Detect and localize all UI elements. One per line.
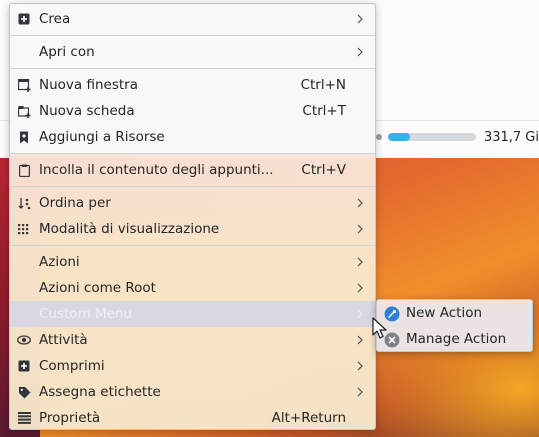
menu-item-assegna-etichette[interactable]: Assegna etichette — [10, 379, 375, 405]
menu-item-crea[interactable]: Crea — [10, 6, 375, 32]
menu-item-label: Proprietà — [39, 410, 101, 426]
properties-icon — [17, 411, 31, 425]
submenu-item-manage-action[interactable]: Manage Action — [377, 327, 532, 353]
chevron-right-icon — [357, 198, 363, 208]
bookmark-icon — [17, 130, 31, 144]
free-space-bar — [387, 133, 476, 141]
menu-item-label: Azioni — [39, 254, 80, 270]
submenu-item-label: New Action — [406, 305, 483, 321]
tag-icon — [17, 385, 31, 399]
mouse-cursor-icon — [372, 317, 387, 339]
menu-item-label: Nuova finestra — [39, 77, 138, 93]
menu-item-label: Incolla il contenuto degli appunti... — [39, 162, 274, 178]
free-space-label: 331,7 Gi — [483, 129, 539, 145]
menu-separator — [10, 245, 375, 246]
menu-item-aggiungi-risorse[interactable]: Aggiungi a Risorse — [10, 124, 375, 150]
sort-icon — [17, 196, 31, 210]
menu-item-label: Apri con — [39, 44, 95, 60]
chevron-right-icon — [357, 335, 363, 345]
chevron-right-icon — [357, 257, 363, 267]
menu-item-label: Modalità di visualizzazione — [39, 221, 220, 237]
compress-icon — [17, 359, 31, 373]
menu-item-label: Assegna etichette — [39, 384, 161, 400]
menu-item-azioni-root[interactable]: Azioni come Root — [10, 275, 375, 301]
chevron-right-icon — [357, 224, 363, 234]
menu-item-label: Aggiungi a Risorse — [39, 129, 165, 145]
menu-item-shortcut: Ctrl+T — [302, 103, 346, 119]
chevron-right-icon — [357, 387, 363, 397]
menu-item-modalita-visualizzazione[interactable]: Modalità di visualizzazione — [10, 216, 375, 242]
chevron-right-icon — [357, 361, 363, 371]
menu-item-label: Ordina per — [39, 195, 111, 211]
context-menu: Crea Apri con Nuova finestra Ctrl+N Nuov… — [9, 3, 376, 430]
menu-item-label: Azioni come Root — [39, 280, 156, 296]
activities-icon — [17, 333, 31, 347]
menu-item-label: Crea — [39, 11, 71, 27]
view-mode-icon — [17, 222, 31, 236]
menu-item-label: Comprimi — [39, 358, 105, 374]
menu-item-nuova-scheda[interactable]: Nuova scheda Ctrl+T — [10, 98, 375, 124]
menu-item-azioni[interactable]: Azioni — [10, 249, 375, 275]
zoom-slider-handle[interactable] — [376, 134, 382, 140]
clipboard-icon — [17, 163, 31, 177]
menu-item-shortcut: Ctrl+V — [301, 162, 346, 178]
submenu-item-new-action[interactable]: New Action — [377, 301, 532, 327]
free-space-fill — [387, 133, 410, 141]
new-tab-icon — [17, 104, 31, 118]
status-bar-free-space: 331,7 Gi — [376, 126, 539, 148]
plus-square-icon — [17, 12, 31, 26]
menu-item-attivita[interactable]: Attività — [10, 327, 375, 353]
menu-item-custom-menu[interactable]: Custom Menu — [10, 301, 375, 327]
menu-separator — [10, 153, 375, 154]
menu-item-ordina-per[interactable]: Ordina per — [10, 190, 375, 216]
menu-item-label: Nuova scheda — [39, 103, 135, 119]
menu-separator — [10, 186, 375, 187]
menu-separator — [10, 35, 375, 36]
menu-item-label: Attività — [39, 332, 88, 348]
submenu-item-label: Manage Action — [406, 331, 507, 347]
chevron-right-icon — [357, 309, 363, 319]
menu-item-incolla[interactable]: Incolla il contenuto degli appunti... Ct… — [10, 157, 375, 183]
menu-item-nuova-finestra[interactable]: Nuova finestra Ctrl+N — [10, 72, 375, 98]
menu-item-proprieta[interactable]: Proprietà Alt+Return — [10, 405, 375, 429]
chevron-right-icon — [357, 14, 363, 24]
menu-separator — [10, 68, 375, 69]
new-window-icon — [17, 78, 31, 92]
menu-item-comprimi[interactable]: Comprimi — [10, 353, 375, 379]
menu-item-shortcut: Ctrl+N — [300, 77, 346, 93]
menu-item-shortcut: Alt+Return — [271, 410, 346, 426]
custom-menu-submenu: New Action Manage Action — [376, 299, 533, 352]
chevron-right-icon — [357, 283, 363, 293]
menu-item-apri-con[interactable]: Apri con — [10, 39, 375, 65]
chevron-right-icon — [357, 47, 363, 57]
menu-item-label: Custom Menu — [39, 306, 133, 322]
